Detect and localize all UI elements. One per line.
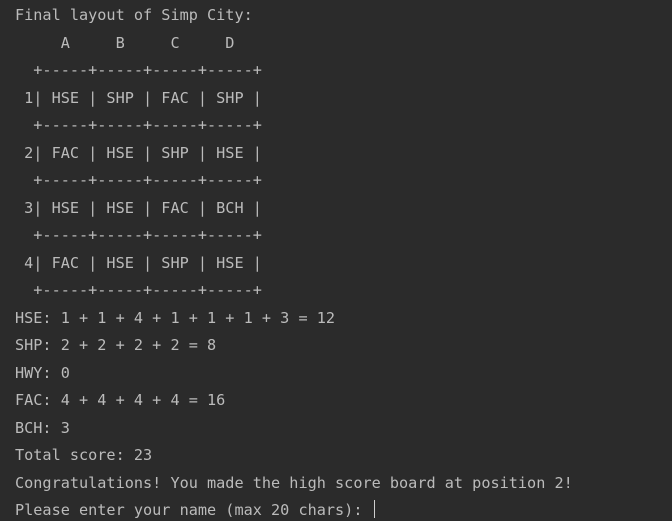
score-fac: FAC: 4 + 4 + 4 + 4 = 16	[15, 391, 226, 409]
title-line: Final layout of Simp City:	[15, 6, 253, 24]
score-bch: BCH: 3	[15, 419, 70, 437]
grid-row-2: 2| FAC | HSE | SHP | HSE |	[15, 144, 262, 162]
grid-border-0: +-----+-----+-----+-----+	[15, 61, 262, 79]
grid-row-1: 1| HSE | SHP | FAC | SHP |	[15, 89, 262, 107]
score-hwy: HWY: 0	[15, 364, 70, 382]
console-output: Final layout of Simp City: A B C D +----…	[0, 0, 672, 521]
total-score: Total score: 23	[15, 446, 153, 464]
score-shp: SHP: 2 + 2 + 2 + 2 = 8	[15, 336, 217, 354]
name-prompt: Please enter your name (max 20 chars):	[15, 501, 372, 519]
text-cursor	[373, 500, 375, 518]
grid-row-4: 4| FAC | HSE | SHP | HSE |	[15, 254, 262, 272]
grid-border-3: +-----+-----+-----+-----+	[15, 226, 262, 244]
grid-border-2: +-----+-----+-----+-----+	[15, 171, 262, 189]
score-hse: HSE: 1 + 1 + 4 + 1 + 1 + 1 + 3 = 12	[15, 309, 336, 327]
grid-border-1: +-----+-----+-----+-----+	[15, 116, 262, 134]
grid-row-3: 3| HSE | HSE | FAC | BCH |	[15, 199, 262, 217]
congrats-message: Congratulations! You made the high score…	[15, 474, 573, 492]
grid-border-4: +-----+-----+-----+-----+	[15, 281, 262, 299]
name-prompt-line[interactable]: Please enter your name (max 20 chars):	[15, 497, 375, 521]
column-header: A B C D	[15, 34, 235, 52]
